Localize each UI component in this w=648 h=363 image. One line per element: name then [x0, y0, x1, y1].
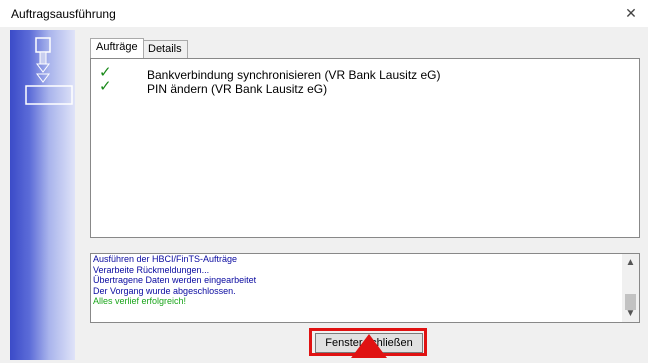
job-label: PIN ändern (VR Bank Lausitz eG)	[147, 82, 328, 96]
log-line: Verarbeite Rückmeldungen...	[93, 264, 210, 275]
log-line: Übertragene Daten werden eingearbeitet	[93, 275, 257, 286]
log-line: Ausführen der HBCI/FinTS-Aufträge	[93, 254, 238, 264]
log-line: Der Vorgang wurde abgeschlossen.	[93, 285, 236, 296]
tab-details[interactable]: Details	[142, 40, 188, 58]
scroll-down-icon[interactable]: ▼	[622, 305, 639, 322]
scroll-up-icon[interactable]: ▲	[622, 254, 639, 271]
tab-auftraege[interactable]: Aufträge	[90, 38, 144, 58]
close-window-button[interactable]: Fenster schließen	[315, 333, 423, 353]
close-window-icon[interactable]: ✕	[624, 6, 638, 20]
log-scrollbar[interactable]: ▲ ▼	[622, 254, 639, 322]
window-title: Auftragsausführung	[11, 7, 116, 21]
title-bar[interactable]: Auftragsausführung ✕	[0, 0, 648, 27]
side-banner	[10, 30, 75, 360]
log-lines: Ausführen der HBCI/FinTS-Aufträge Verarb…	[93, 254, 256, 307]
status-log[interactable]: Ausführen der HBCI/FinTS-Aufträge Verarb…	[90, 253, 640, 323]
log-line-success: Alles verlief erfolgreich!	[93, 296, 187, 307]
dialog-window: Auftragsausführung ✕ Aufträge Details ✓ …	[0, 0, 648, 363]
transfer-flow-icon	[25, 37, 73, 105]
check-icon: ✓	[99, 78, 112, 95]
job-list: ✓ Bankverbindung synchronisieren (VR Ban…	[90, 58, 640, 238]
